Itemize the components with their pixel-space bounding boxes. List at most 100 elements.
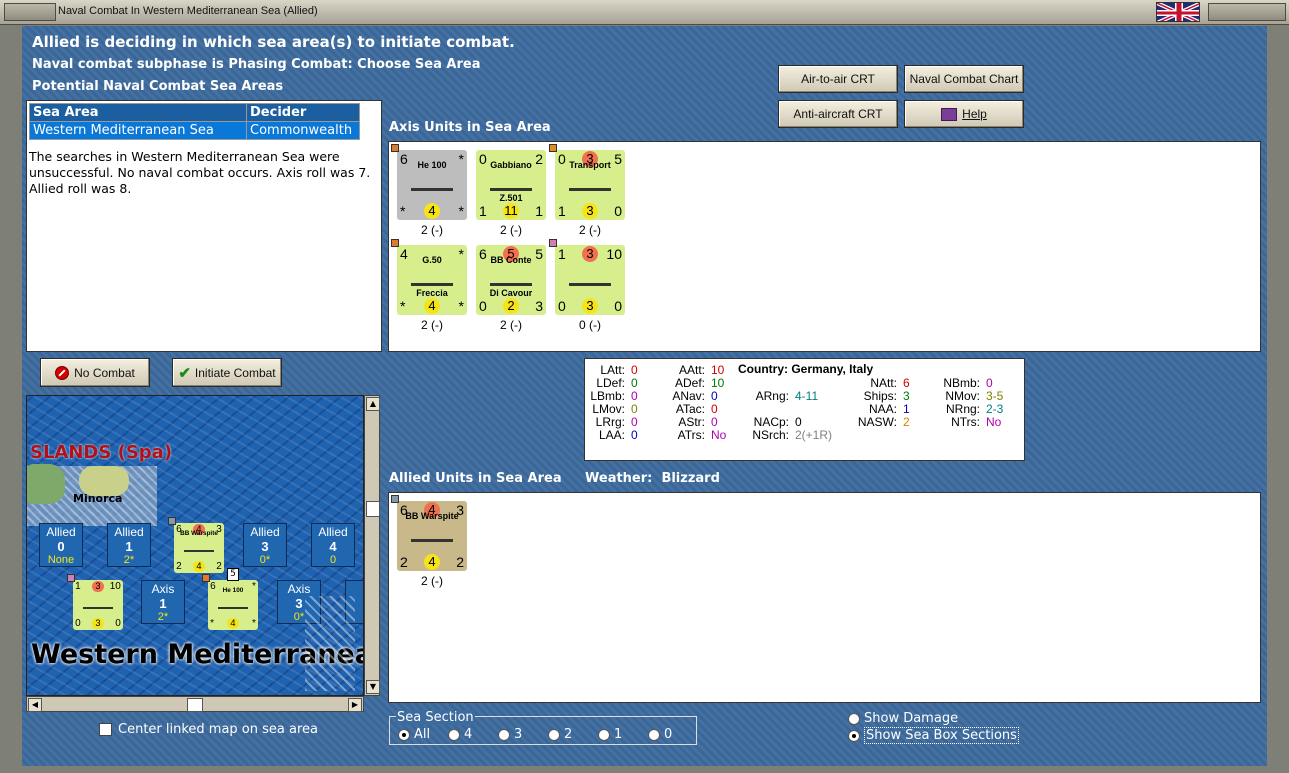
- sea-section-radio[interactable]: [498, 728, 510, 741]
- counter-bottom-circle: 11: [503, 203, 519, 219]
- sea-section-radio[interactable]: [648, 728, 660, 741]
- counter-bottom-right: *: [251, 618, 256, 630]
- sea-box-side: Allied: [114, 525, 144, 539]
- sea-section-option-label: 4: [464, 727, 473, 742]
- info-stat-key: NMov:: [945, 389, 980, 403]
- counter-bottom-left: *: [400, 203, 406, 219]
- unit-counter[interactable]: 6 3 2 2 4 4 BB Warspite: [174, 523, 224, 573]
- unit-counter[interactable]: 0 5 1 0 3 3 Transport: [555, 150, 625, 220]
- unit-counter[interactable]: 1 10 0 0 3 3: [555, 245, 625, 315]
- counter-unit-name: He 100: [222, 587, 244, 595]
- sea-section-option-1[interactable]: 4: [448, 727, 498, 742]
- map-horizontal-scrollbar[interactable]: ◀ ▶: [26, 696, 364, 712]
- sea-section-radio[interactable]: [398, 728, 410, 741]
- title-bar[interactable]: Naval Combat In Western Mediterranean Se…: [0, 0, 1289, 25]
- info-stat-value: 0: [631, 415, 638, 429]
- counter-unit-name: He 100: [417, 160, 447, 170]
- info-stat-value: 0: [711, 389, 718, 403]
- horizontal-scroll-thumb[interactable]: [187, 698, 203, 712]
- show-damage-option[interactable]: Show Damage: [848, 711, 958, 726]
- map-vertical-scrollbar[interactable]: ▲ ▼: [364, 395, 380, 696]
- counter-bottom-circle: 4: [227, 617, 239, 630]
- unit-counter[interactable]: 6 5 0 3 5 2 BB Conte Di Cavour: [476, 245, 546, 315]
- counter-unit-name: BB Warspite: [405, 511, 459, 521]
- sea-box-number: 3: [261, 539, 269, 554]
- unit-status: 2 (-): [500, 223, 522, 237]
- sea-box-number: 0: [57, 539, 65, 554]
- info-stat-value: 2-3: [986, 402, 1004, 416]
- vertical-scroll-thumb[interactable]: [366, 501, 380, 517]
- cell-sea-area[interactable]: Western Mediterranean Sea: [29, 121, 247, 140]
- naval-combat-chart-button[interactable]: Naval Combat Chart: [904, 65, 1024, 93]
- air-to-air-crt-button[interactable]: Air-to-air CRT: [778, 65, 898, 93]
- scroll-right-arrow-icon[interactable]: ▶: [348, 698, 362, 712]
- info-stat-value: 0: [711, 415, 718, 429]
- unit-counter[interactable]: 6 * * * 4 He 100: [397, 150, 467, 220]
- sea-section-option-3[interactable]: 2: [548, 727, 598, 742]
- info-stat-value: 0: [711, 402, 718, 416]
- system-menu-button[interactable]: [4, 3, 56, 21]
- show-boxes-option[interactable]: Show Sea Box Sections: [848, 727, 1019, 744]
- counter-bottom-right: 1: [535, 203, 543, 219]
- counter-unit-name: Transport: [569, 160, 611, 170]
- help-button[interactable]: Help: [904, 100, 1024, 128]
- unit-silhouette-icon: [411, 273, 453, 286]
- center-map-checkbox[interactable]: Center linked map on sea area: [99, 722, 318, 737]
- unit-info-panel: Country: Germany, Italy LAtt: 0 LDef: 0 LBmb…: [584, 358, 1025, 461]
- sea-section-option-0[interactable]: All: [398, 727, 448, 742]
- counter-bottom-left: *: [400, 298, 406, 314]
- no-entry-icon: [55, 365, 70, 380]
- info-stat-value: 10: [711, 363, 725, 377]
- show-damage-radio[interactable]: [848, 712, 860, 725]
- unit-marker-icon: [391, 144, 399, 152]
- sea-box-allied: Allied 4 0: [311, 523, 355, 567]
- anti-aircraft-crt-button[interactable]: Anti-aircraft CRT: [778, 100, 898, 128]
- unit-counter[interactable]: 4 * * * 4 G.50 Freccia: [397, 245, 467, 315]
- info-stat-value: 3-5: [986, 389, 1004, 403]
- phase-description: Allied is deciding in which sea area(s) …: [32, 33, 515, 51]
- window-controls[interactable]: [1208, 3, 1286, 21]
- unit-counter[interactable]: 0 2 1 1 11 Gabbiano Z.501: [476, 150, 546, 220]
- unit-counter[interactable]: 1 10 0 0 3 3: [73, 580, 123, 630]
- info-stat-value: 10: [711, 376, 725, 390]
- scroll-down-arrow-icon[interactable]: ▼: [366, 680, 380, 694]
- sea-section-radio[interactable]: [548, 728, 560, 741]
- counter-bottom-right: *: [458, 203, 464, 219]
- scroll-up-arrow-icon[interactable]: ▲: [366, 397, 380, 411]
- unit-marker-icon: [549, 239, 557, 247]
- sea-section-radio[interactable]: [448, 728, 460, 741]
- unit-counter[interactable]: 6 3 2 2 4 4 BB Warspite: [397, 501, 467, 571]
- no-combat-button[interactable]: No Combat: [40, 358, 150, 387]
- linked-map[interactable]: SLANDS (Spa) Minorca Allied 0 None Allied 1 2…: [26, 395, 364, 696]
- sea-box-side: Allied: [46, 525, 76, 539]
- info-stat-value: 0: [795, 415, 802, 429]
- country-key: Country:: [738, 362, 788, 376]
- info-stat-key: AAtt:: [678, 363, 705, 377]
- info-stat-value: 6: [903, 376, 910, 390]
- sea-section-option-4[interactable]: 1: [598, 727, 648, 742]
- counter-bottom-circle: 3: [582, 203, 598, 219]
- sea-section-option-label: 2: [564, 727, 573, 742]
- subphase-description: Naval combat subphase is Phasing Combat:…: [32, 57, 481, 72]
- info-stat-value: No: [711, 428, 727, 442]
- cell-decider[interactable]: Commonwealth: [246, 121, 360, 140]
- counter-bottom-circle: 4: [424, 554, 440, 570]
- unit-counter[interactable]: 6 * * * 4 He 100: [208, 580, 258, 630]
- counter-bottom-left: 1: [558, 203, 566, 219]
- scroll-left-arrow-icon[interactable]: ◀: [28, 698, 42, 712]
- sea-section-radio[interactable]: [598, 728, 610, 741]
- info-stat-key: AStr:: [678, 415, 705, 429]
- counter-top-left: 1: [558, 246, 566, 262]
- show-boxes-radio[interactable]: [848, 729, 860, 742]
- initiate-combat-button[interactable]: ✔ Initiate Combat: [172, 358, 282, 387]
- center-map-label: Center linked map on sea area: [118, 722, 318, 737]
- info-stat-value: 1: [903, 402, 910, 416]
- table-row[interactable]: Western Mediterranean Sea Commonwealth: [29, 121, 360, 140]
- sea-box-sub: None: [47, 554, 75, 566]
- unit-marker-icon: [391, 239, 399, 247]
- sea-section-option-5[interactable]: 0: [648, 727, 698, 742]
- sea-section-option-label: 1: [614, 727, 623, 742]
- counter-unit-name: BB Warspite: [180, 530, 218, 538]
- sea-section-option-2[interactable]: 3: [498, 727, 548, 742]
- checkbox-icon[interactable]: [99, 723, 112, 736]
